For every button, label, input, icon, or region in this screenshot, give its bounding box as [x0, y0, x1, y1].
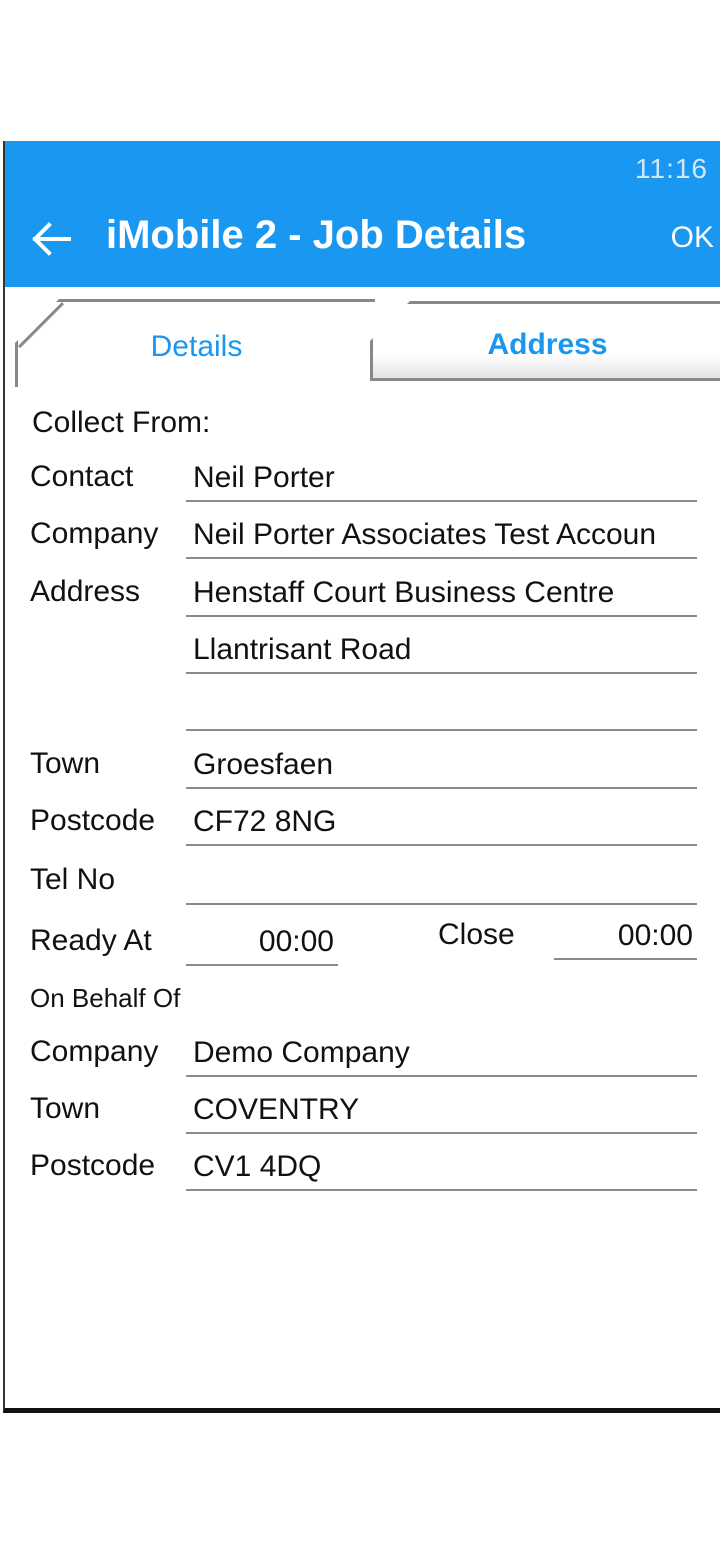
tel-field[interactable]: [186, 857, 697, 905]
back-button[interactable]: [29, 217, 73, 261]
address-line3-field[interactable]: [186, 683, 697, 731]
company-field[interactable]: Neil Porter Associates Test Accoun: [186, 511, 697, 559]
company-row: Company Neil Porter Associates Test Acco…: [5, 511, 720, 563]
close-field[interactable]: 00:00: [554, 912, 697, 960]
tab-details-label: Details: [150, 330, 243, 363]
tab-address[interactable]: Address: [370, 301, 720, 381]
ready-at-label: Ready At: [30, 924, 152, 957]
contact-row: Contact Neil Porter: [5, 454, 720, 506]
behalf-company-label: Company: [30, 1035, 159, 1068]
close-label: Close: [438, 918, 515, 951]
status-time: 11:16: [635, 153, 708, 184]
address-row-1: Address Henstaff Court Business Centre: [5, 569, 720, 621]
address-line2-field[interactable]: Llantrisant Road: [186, 626, 697, 674]
contact-label: Contact: [30, 460, 134, 493]
app-bar: 11:16 iMobile 2 - Job Details OK: [5, 141, 720, 287]
town-label: Town: [30, 747, 101, 780]
tab-address-label: Address: [487, 328, 608, 361]
page-title: iMobile 2 - Job Details: [106, 213, 527, 257]
address-row-2: Llantrisant Road: [5, 626, 720, 678]
postcode-row: Postcode CF72 8NG: [5, 798, 720, 850]
town-row: Town Groesfaen: [5, 741, 720, 793]
town-field[interactable]: Groesfaen: [186, 741, 697, 789]
behalf-town-label: Town: [30, 1092, 101, 1125]
behalf-company-row: Company Demo Company: [5, 1029, 720, 1081]
behalf-town-field[interactable]: COVENTRY: [186, 1086, 697, 1134]
behalf-postcode-row: Postcode CV1 4DQ: [5, 1143, 720, 1195]
behalf-company-field[interactable]: Demo Company: [186, 1029, 697, 1077]
behalf-town-row: Town COVENTRY: [5, 1086, 720, 1138]
tel-label: Tel No: [30, 863, 116, 896]
ready-at-field[interactable]: 00:00: [186, 918, 338, 966]
address-row-3: [5, 683, 720, 735]
contact-field[interactable]: Neil Porter: [186, 454, 697, 502]
tab-details[interactable]: Details: [15, 299, 375, 387]
collect-from-heading: Collect From:: [32, 406, 211, 439]
address-label: Address: [30, 575, 141, 608]
tab-bar: Details Address: [5, 287, 720, 391]
postcode-label: Postcode: [30, 804, 156, 837]
ready-close-row: Ready At 00:00 Close 00:00: [5, 918, 720, 970]
ok-button[interactable]: OK: [671, 221, 714, 255]
on-behalf-of-heading: On Behalf Of: [30, 983, 181, 1013]
company-label: Company: [30, 517, 159, 550]
address-line1-field[interactable]: Henstaff Court Business Centre: [186, 569, 697, 617]
behalf-postcode-field[interactable]: CV1 4DQ: [186, 1143, 697, 1191]
postcode-field[interactable]: CF72 8NG: [186, 798, 697, 846]
device-screen: 11:16 iMobile 2 - Job Details OK Details…: [3, 141, 720, 1413]
tel-row: Tel No: [5, 857, 720, 909]
behalf-postcode-label: Postcode: [30, 1149, 156, 1182]
arrow-left-icon: [32, 222, 71, 256]
